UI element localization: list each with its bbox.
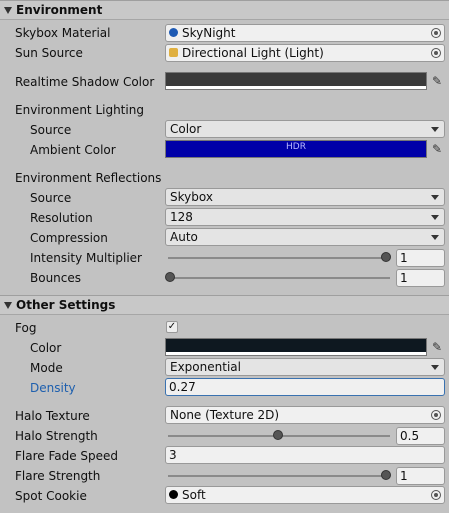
- fold-arrow-icon[interactable]: [4, 302, 12, 309]
- halo-strength-label: Halo Strength: [15, 429, 98, 443]
- fog-color-field[interactable]: [165, 338, 427, 356]
- other-settings-section-header[interactable]: Other Settings: [0, 295, 449, 315]
- object-picker-icon[interactable]: [431, 490, 441, 500]
- intensity-multiplier-label: Intensity Multiplier: [30, 251, 142, 265]
- ambient-color-label: Ambient Color: [30, 143, 116, 157]
- intensity-slider-track[interactable]: [168, 257, 390, 259]
- section-title: Environment: [16, 3, 103, 17]
- resolution-value: 128: [170, 210, 193, 224]
- halo-strength-input[interactable]: 0.5: [396, 427, 445, 445]
- alpha-bar: [166, 352, 426, 355]
- sun-source-value: Directional Light (Light): [182, 46, 324, 60]
- fog-mode-value: Exponential: [170, 360, 241, 374]
- reflections-source-value: Skybox: [170, 190, 213, 204]
- spot-cookie-field[interactable]: Soft: [165, 486, 445, 504]
- spot-cookie-label: Spot Cookie: [15, 489, 87, 503]
- chevron-down-icon: [431, 235, 439, 240]
- object-picker-icon[interactable]: [431, 28, 441, 38]
- skybox-material-field[interactable]: SkyNight: [165, 24, 445, 42]
- object-picker-icon[interactable]: [431, 410, 441, 420]
- flare-fade-speed-label: Flare Fade Speed: [15, 449, 119, 463]
- halo-texture-value: None (Texture 2D): [170, 408, 280, 422]
- resolution-label: Resolution: [30, 211, 93, 225]
- reflections-source-dropdown[interactable]: Skybox: [165, 188, 445, 206]
- fog-density-label: Density: [30, 381, 76, 395]
- realtime-shadow-color-field[interactable]: [165, 72, 427, 90]
- object-picker-icon[interactable]: [431, 48, 441, 58]
- flare-strength-input[interactable]: 1: [396, 467, 445, 485]
- chevron-down-icon: [431, 127, 439, 132]
- fog-label: Fog: [15, 321, 37, 335]
- skybox-material-value: SkyNight: [182, 26, 236, 40]
- section-title: Other Settings: [16, 298, 116, 312]
- bounces-label: Bounces: [30, 271, 82, 285]
- eyedropper-icon[interactable]: ✎: [430, 142, 444, 156]
- sphere-icon: [169, 28, 178, 37]
- flare-strength-slider-track[interactable]: [168, 475, 390, 477]
- black-circle-icon: [169, 490, 178, 499]
- fold-arrow-icon[interactable]: [4, 7, 12, 14]
- bounces-slider-track[interactable]: [168, 277, 390, 279]
- chevron-down-icon: [431, 365, 439, 370]
- fog-density-input[interactable]: 0.27: [165, 378, 445, 396]
- eyedropper-icon[interactable]: ✎: [430, 340, 444, 354]
- lighting-source-dropdown[interactable]: Color: [165, 120, 445, 138]
- reflections-source-label: Source: [30, 191, 72, 205]
- environment-reflections-label: Environment Reflections: [15, 171, 162, 185]
- halo-texture-field[interactable]: None (Texture 2D): [165, 406, 445, 424]
- spot-cookie-value: Soft: [182, 488, 206, 502]
- compression-dropdown[interactable]: Auto: [165, 228, 445, 246]
- skybox-material-label: Skybox Material: [15, 26, 111, 40]
- fog-mode-dropdown[interactable]: Exponential: [165, 358, 445, 376]
- compression-label: Compression: [30, 231, 108, 245]
- chevron-down-icon: [431, 195, 439, 200]
- sun-source-field[interactable]: Directional Light (Light): [165, 44, 445, 62]
- sun-source-label: Sun Source: [15, 46, 83, 60]
- flare-strength-label: Flare Strength: [15, 469, 101, 483]
- alpha-bar: [166, 86, 426, 89]
- compression-value: Auto: [170, 230, 198, 244]
- resolution-dropdown[interactable]: 128: [165, 208, 445, 226]
- halo-strength-slider-thumb[interactable]: [273, 430, 283, 440]
- lighting-source-value: Color: [170, 122, 202, 136]
- realtime-shadow-color-label: Realtime Shadow Color: [15, 75, 155, 89]
- ambient-color-field[interactable]: HDR: [165, 140, 427, 158]
- eyedropper-icon[interactable]: ✎: [430, 74, 444, 88]
- environment-lighting-label: Environment Lighting: [15, 103, 144, 117]
- lighting-source-label: Source: [30, 123, 72, 137]
- fog-checkbox[interactable]: ✓: [166, 321, 178, 333]
- fog-mode-label: Mode: [30, 361, 63, 375]
- bounces-input[interactable]: 1: [396, 269, 445, 287]
- flare-fade-speed-input[interactable]: 3: [165, 446, 445, 464]
- halo-texture-label: Halo Texture: [15, 409, 90, 423]
- environment-section-header[interactable]: Environment: [0, 0, 449, 20]
- chevron-down-icon: [431, 215, 439, 220]
- flare-strength-slider-thumb[interactable]: [381, 470, 391, 480]
- bounces-slider-thumb[interactable]: [165, 272, 175, 282]
- directional-light-icon: [169, 48, 178, 57]
- hdr-badge: HDR: [286, 142, 306, 152]
- fog-color-label: Color: [30, 341, 62, 355]
- intensity-multiplier-input[interactable]: 1: [396, 249, 445, 267]
- intensity-slider-thumb[interactable]: [381, 252, 391, 262]
